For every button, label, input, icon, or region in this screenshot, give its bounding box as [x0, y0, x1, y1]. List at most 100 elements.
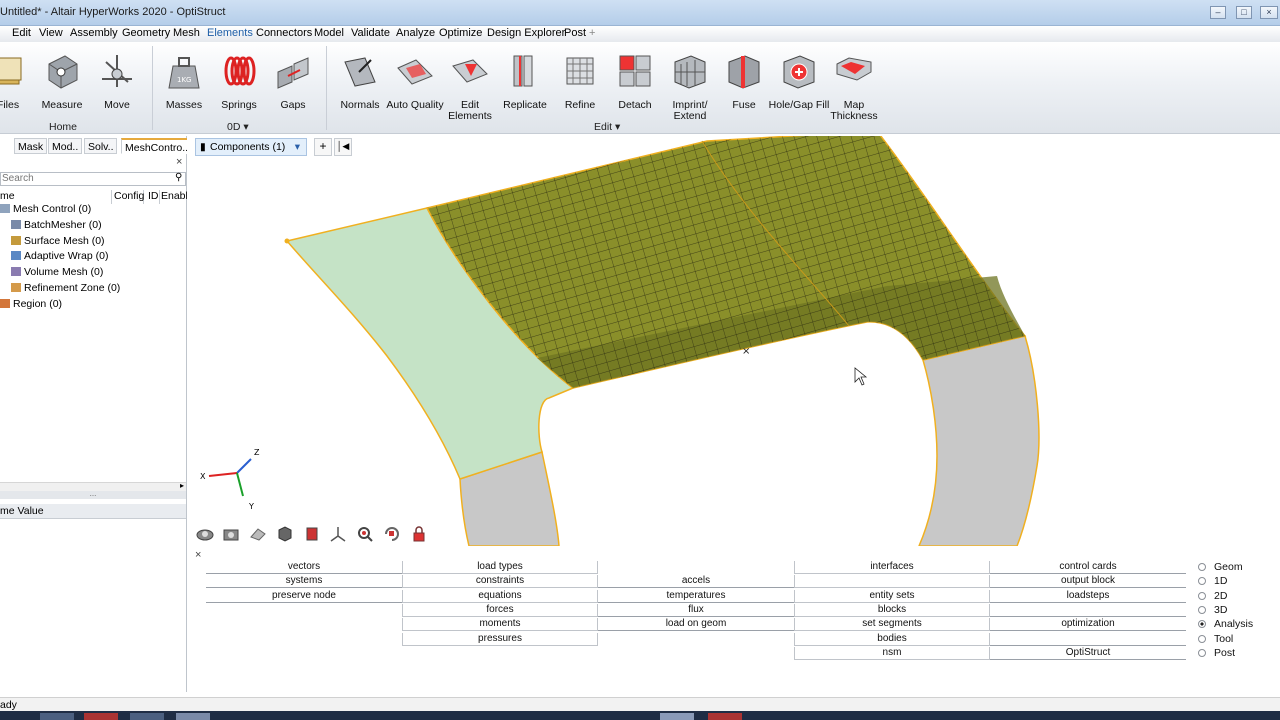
rotate-icon[interactable] — [383, 525, 401, 543]
cmd-load-on-geom[interactable]: load on geom — [598, 618, 794, 631]
column-header-id[interactable]: ID — [148, 190, 160, 204]
menu-elements[interactable]: Elements — [207, 27, 253, 39]
group-0d[interactable]: 0D ▾ — [227, 121, 249, 133]
menu-assembly[interactable]: Assembly — [70, 27, 118, 39]
tree-item-batchmesher[interactable]: BatchMesher (0) — [11, 218, 102, 232]
close-panel-icon[interactable]: × — [195, 549, 201, 561]
menu-post[interactable]: Post — [564, 27, 586, 39]
menu-model[interactable]: Model — [314, 27, 344, 39]
menu-connectors[interactable]: Connectors — [256, 27, 312, 39]
radio-geom[interactable]: Geom — [1198, 560, 1243, 574]
cmd-temperatures[interactable]: temperatures — [598, 590, 794, 603]
taskbar-app-icon[interactable] — [660, 713, 694, 720]
cmd-vectors[interactable]: vectors — [206, 561, 402, 574]
lock-icon[interactable] — [410, 525, 428, 543]
add-tab-button[interactable]: + — [589, 27, 595, 39]
group-edit[interactable]: Edit ▾ — [594, 121, 620, 133]
menu-mesh[interactable]: Mesh — [173, 27, 200, 39]
cmd-optimization[interactable]: optimization — [990, 618, 1186, 631]
menu-analyze[interactable]: Analyze — [396, 27, 435, 39]
radio-post[interactable]: Post — [1198, 646, 1235, 660]
cmd-output-block[interactable]: output block — [990, 575, 1186, 588]
edit-elements-tool[interactable]: Edit Elements — [440, 48, 500, 122]
cmd-forces[interactable]: forces — [402, 604, 598, 617]
cmd-equations[interactable]: equations — [402, 590, 598, 603]
tree-item-adaptive-wrap[interactable]: Adaptive Wrap (0) — [11, 249, 108, 263]
cmd-flux[interactable]: flux — [598, 604, 794, 617]
group-home: Home — [49, 121, 78, 133]
cmd-systems[interactable]: systems — [206, 575, 402, 588]
tree-item-region[interactable]: Region (0) — [0, 297, 62, 311]
search-input[interactable]: Search — [0, 172, 186, 186]
masses-tool[interactable]: 1KG Masses — [154, 48, 214, 111]
menu-optimize[interactable]: Optimize — [439, 27, 482, 39]
cmd-set-segments[interactable]: set segments — [794, 618, 990, 631]
taskbar-app-icon[interactable] — [708, 713, 742, 720]
normals-tool[interactable]: Normals — [330, 48, 390, 111]
tab-model[interactable]: Mod.. — [48, 138, 83, 154]
tab-mask[interactable]: Mask — [14, 138, 48, 154]
cmd-moments[interactable]: moments — [402, 618, 598, 631]
element-display-icon[interactable] — [303, 525, 321, 543]
radio-tool[interactable]: Tool — [1198, 632, 1233, 646]
cmd-interfaces[interactable]: interfaces — [794, 561, 990, 574]
menu-design-explorer[interactable]: Design Explorer — [487, 27, 565, 39]
tree-item-refinement-zone[interactable]: Refinement Zone (0) — [11, 281, 120, 295]
radio-analysis[interactable]: Analysis — [1198, 617, 1253, 631]
panel-splitter[interactable]: ... — [0, 490, 186, 499]
auto-quality-tool[interactable]: Auto Quality — [385, 48, 445, 111]
menu-edit[interactable]: Edit — [12, 27, 31, 39]
box-view-icon[interactable] — [276, 525, 294, 543]
measure-tool[interactable]: Measure — [32, 48, 92, 111]
taskbar-app-icon[interactable] — [176, 713, 210, 720]
menu-view[interactable]: View — [39, 27, 63, 39]
imprint-extend-tool[interactable]: Imprint/ Extend — [660, 48, 720, 122]
cmd-accels[interactable]: accels — [598, 575, 794, 588]
cmd-optistruct[interactable]: OptiStruct — [990, 647, 1186, 660]
tab-meshcontrol[interactable]: MeshContro.. — [121, 138, 193, 154]
axis-icon[interactable] — [329, 525, 347, 543]
springs-tool[interactable]: Springs — [209, 48, 269, 111]
replicate-tool[interactable]: Replicate — [495, 48, 555, 111]
hole-gap-fill-tool[interactable]: Hole/Gap Fill — [769, 48, 829, 111]
refine-tool[interactable]: Refine — [550, 48, 610, 111]
radio-2d[interactable]: 2D — [1198, 589, 1227, 603]
taskbar-app-icon[interactable] — [40, 713, 74, 720]
zoom-icon[interactable] — [356, 525, 374, 543]
tab-solver[interactable]: Solv.. — [84, 138, 118, 154]
tree-item-mesh-control[interactable]: Mesh Control (0) — [0, 202, 91, 216]
move-tool[interactable]: Move — [87, 48, 147, 111]
radio-1d[interactable]: 1D — [1198, 574, 1227, 588]
cmd-constraints[interactable]: constraints — [402, 575, 598, 588]
column-header-config[interactable]: Config — [114, 190, 144, 204]
camera-icon[interactable] — [222, 525, 240, 543]
taskbar-app-icon[interactable] — [130, 713, 164, 720]
shaded-mode-icon[interactable] — [249, 525, 267, 543]
cmd-blocks[interactable]: blocks — [794, 604, 990, 617]
detach-tool[interactable]: Detach — [605, 48, 665, 111]
tree-item-surface-mesh[interactable]: Surface Mesh (0) — [11, 234, 105, 248]
minimize-button[interactable]: – — [1210, 6, 1226, 19]
cmd-loadsteps[interactable]: loadsteps — [990, 590, 1186, 603]
map-thickness-tool[interactable]: Map Thickness — [824, 48, 884, 122]
maximize-button[interactable]: □ — [1236, 6, 1252, 19]
cmd-nsm[interactable]: nsm — [794, 647, 990, 660]
close-panel-icon[interactable]: × — [176, 156, 182, 168]
tree-item-volume-mesh[interactable]: Volume Mesh (0) — [11, 265, 103, 279]
taskbar-app-icon[interactable] — [84, 713, 118, 720]
menu-validate[interactable]: Validate — [351, 27, 390, 39]
cmd-entity-sets[interactable]: entity sets — [794, 590, 990, 603]
cmd-control-cards[interactable]: control cards — [990, 561, 1186, 574]
cmd-pressures[interactable]: pressures — [402, 633, 598, 646]
cmd-preserve-node[interactable]: preserve node — [206, 590, 402, 603]
menu-geometry[interactable]: Geometry — [122, 27, 170, 39]
graphics-viewport[interactable]: ▮ Components (1) ▾ + │◀ × Z X Y — [187, 136, 1280, 546]
cmd-bodies[interactable]: bodies — [794, 633, 990, 646]
cmd-load-types[interactable]: load types — [402, 561, 598, 574]
gaps-tool[interactable]: Gaps — [263, 48, 323, 111]
visualization-icon[interactable] — [196, 525, 214, 543]
column-header-enable[interactable]: Enable — [161, 190, 194, 204]
close-button[interactable]: × — [1260, 6, 1278, 19]
cmd-empty — [794, 575, 990, 588]
radio-3d[interactable]: 3D — [1198, 603, 1227, 617]
